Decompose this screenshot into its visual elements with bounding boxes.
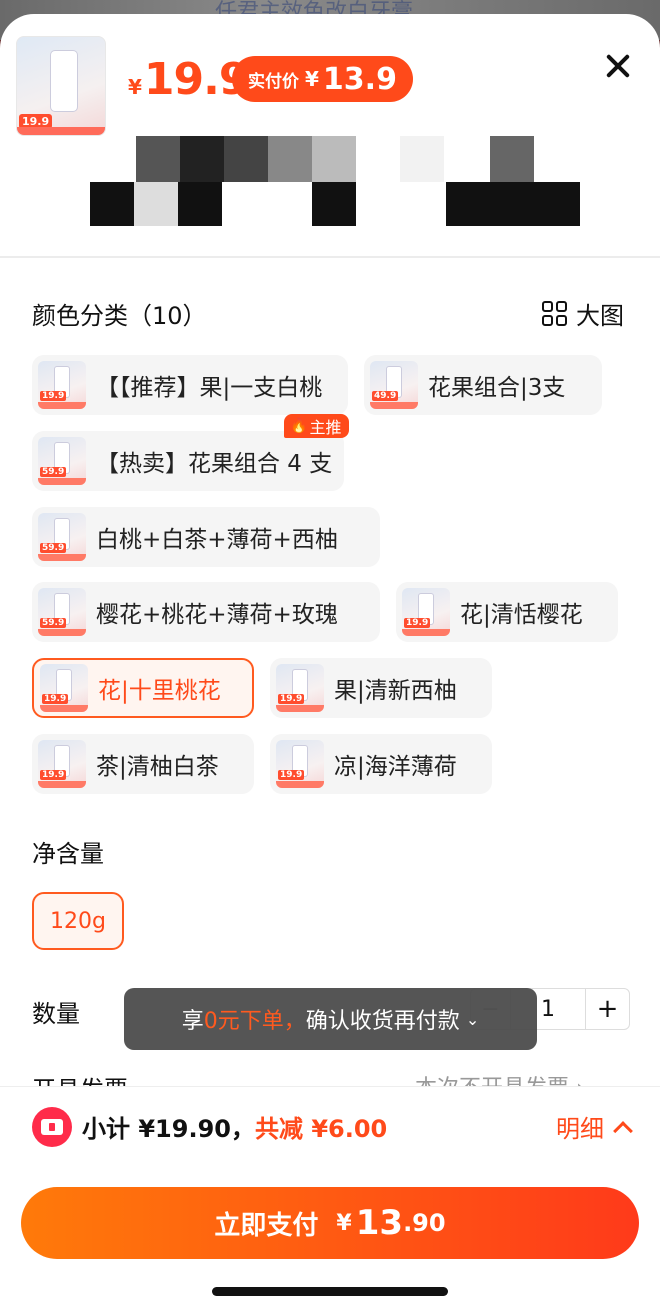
grid-icon [542, 300, 568, 327]
fire-icon: 🔥 [290, 418, 308, 434]
net-content-title: 净含量 [32, 840, 104, 868]
color-option[interactable]: 19.9 花|清恬樱花 [396, 582, 618, 642]
pay-decimal: .90 [403, 1209, 446, 1237]
detail-button[interactable]: 明细 [556, 1109, 633, 1144]
option-thumbnail: 59.9 [38, 588, 86, 636]
paid-price-symbol: ¥ [305, 67, 319, 91]
option-thumbnail: 19.9 [402, 588, 450, 636]
big-picture-button[interactable]: 大图 [542, 296, 624, 331]
close-icon[interactable] [600, 48, 636, 84]
size-option-selected[interactable]: 120g [32, 892, 124, 950]
paid-price-label: 实付价 [248, 71, 299, 92]
subtotal-label: 小计 ¥19.90， [82, 1115, 255, 1143]
option-label: 茶|清柚白茶 [96, 754, 219, 780]
option-label: 花果组合|3支 [428, 375, 566, 401]
option-thumbnail: 19.9 [276, 664, 324, 712]
color-option[interactable]: 19.9 果|清新西柚 [270, 658, 492, 718]
coupon-icon [32, 1107, 72, 1147]
pay-integer: 13 [355, 1203, 404, 1243]
recommended-badge: 🔥 主推 [284, 414, 350, 438]
option-thumbnail: 19.9 [276, 740, 324, 788]
quantity-label: 数量 [32, 1000, 80, 1028]
color-option[interactable]: 19.9 凉|海洋薄荷 [270, 734, 492, 794]
toast-suffix: 确认收货再付款 [305, 1009, 460, 1034]
option-label: 【【推荐】果|一支白桃 [96, 375, 323, 401]
color-option[interactable]: 59.9 樱花+桃花+薄荷+玫瑰 [32, 582, 380, 642]
product-thumbnail[interactable]: 19.9 [16, 36, 106, 136]
price-display: ¥ 19.9 [128, 54, 249, 105]
option-thumbnail: 19.9 [38, 361, 86, 409]
pay-label: 立即支付 [214, 1210, 319, 1241]
sku-sheet: 19.9 ¥ 19.9 实付价 ¥ 13.9 颜色分类（10） 大图 19.9 … [0, 14, 660, 1300]
option-label: 白桃+白茶+薄荷+西柚 [96, 527, 338, 553]
checkout-footer: 小计 ¥19.90， 共减 ¥6.00 明细 立即支付 ¥ 13 .90 [0, 1086, 660, 1300]
color-option[interactable]: 59.9 【热卖】花果组合 4 支 [32, 431, 344, 491]
recommended-badge-label: 主推 [309, 418, 342, 437]
thumbnail-footer [17, 127, 105, 135]
pay-symbol: ¥ [336, 1210, 352, 1236]
color-option[interactable]: 19.9 【【推荐】果|一支白桃 [32, 355, 348, 415]
option-thumbnail: 49.9 [370, 361, 418, 409]
option-thumbnail: 19.9 [38, 740, 86, 788]
subtotal: 小计 ¥19.90， 共减 ¥6.00 [82, 1109, 387, 1144]
paid-price-pill: 实付价 ¥ 13.9 [232, 56, 413, 102]
color-option[interactable]: 59.9 白桃+白茶+薄荷+西柚 [32, 507, 380, 567]
option-label: 凉|海洋薄荷 [334, 754, 457, 780]
option-thumbnail: 19.9 [40, 664, 88, 712]
home-indicator[interactable] [212, 1287, 448, 1296]
option-label: 樱花+桃花+薄荷+玫瑰 [96, 602, 338, 628]
option-thumbnail: 59.9 [38, 513, 86, 561]
option-label: 果|清新西柚 [334, 678, 457, 704]
option-thumbnail: 59.9 [38, 437, 86, 485]
chevron-down-icon: ⌄ [465, 1009, 480, 1029]
chevron-up-icon [613, 1120, 633, 1141]
toast-highlight: 0元下单， [203, 1009, 306, 1034]
option-label: 花|清恬樱花 [460, 602, 583, 628]
color-option-selected[interactable]: 19.9 花|十里桃花 [32, 658, 254, 718]
pay-now-button[interactable]: 立即支付 ¥ 13 .90 [21, 1187, 639, 1259]
pay-later-toast[interactable]: 享 0元下单， 确认收货再付款 ⌄ [124, 988, 537, 1050]
color-section-title: 颜色分类（10） [32, 302, 207, 330]
option-label: 花|十里桃花 [98, 678, 221, 704]
discount-label: 共减 ¥6.00 [254, 1115, 388, 1143]
header-divider [0, 256, 660, 258]
paid-price-value: 13.9 [322, 61, 397, 97]
big-picture-label: 大图 [576, 302, 624, 330]
detail-label: 明细 [556, 1115, 604, 1143]
toothpaste-image [51, 51, 77, 111]
blurred-product-title [90, 136, 580, 226]
toast-prefix: 享 [181, 1009, 204, 1034]
price-symbol: ¥ [128, 75, 142, 99]
option-label: 【热卖】花果组合 4 支 [96, 451, 333, 477]
color-option[interactable]: 19.9 茶|清柚白茶 [32, 734, 254, 794]
color-option[interactable]: 49.9 花果组合|3支 [364, 355, 602, 415]
increment-button[interactable]: + [585, 989, 629, 1029]
